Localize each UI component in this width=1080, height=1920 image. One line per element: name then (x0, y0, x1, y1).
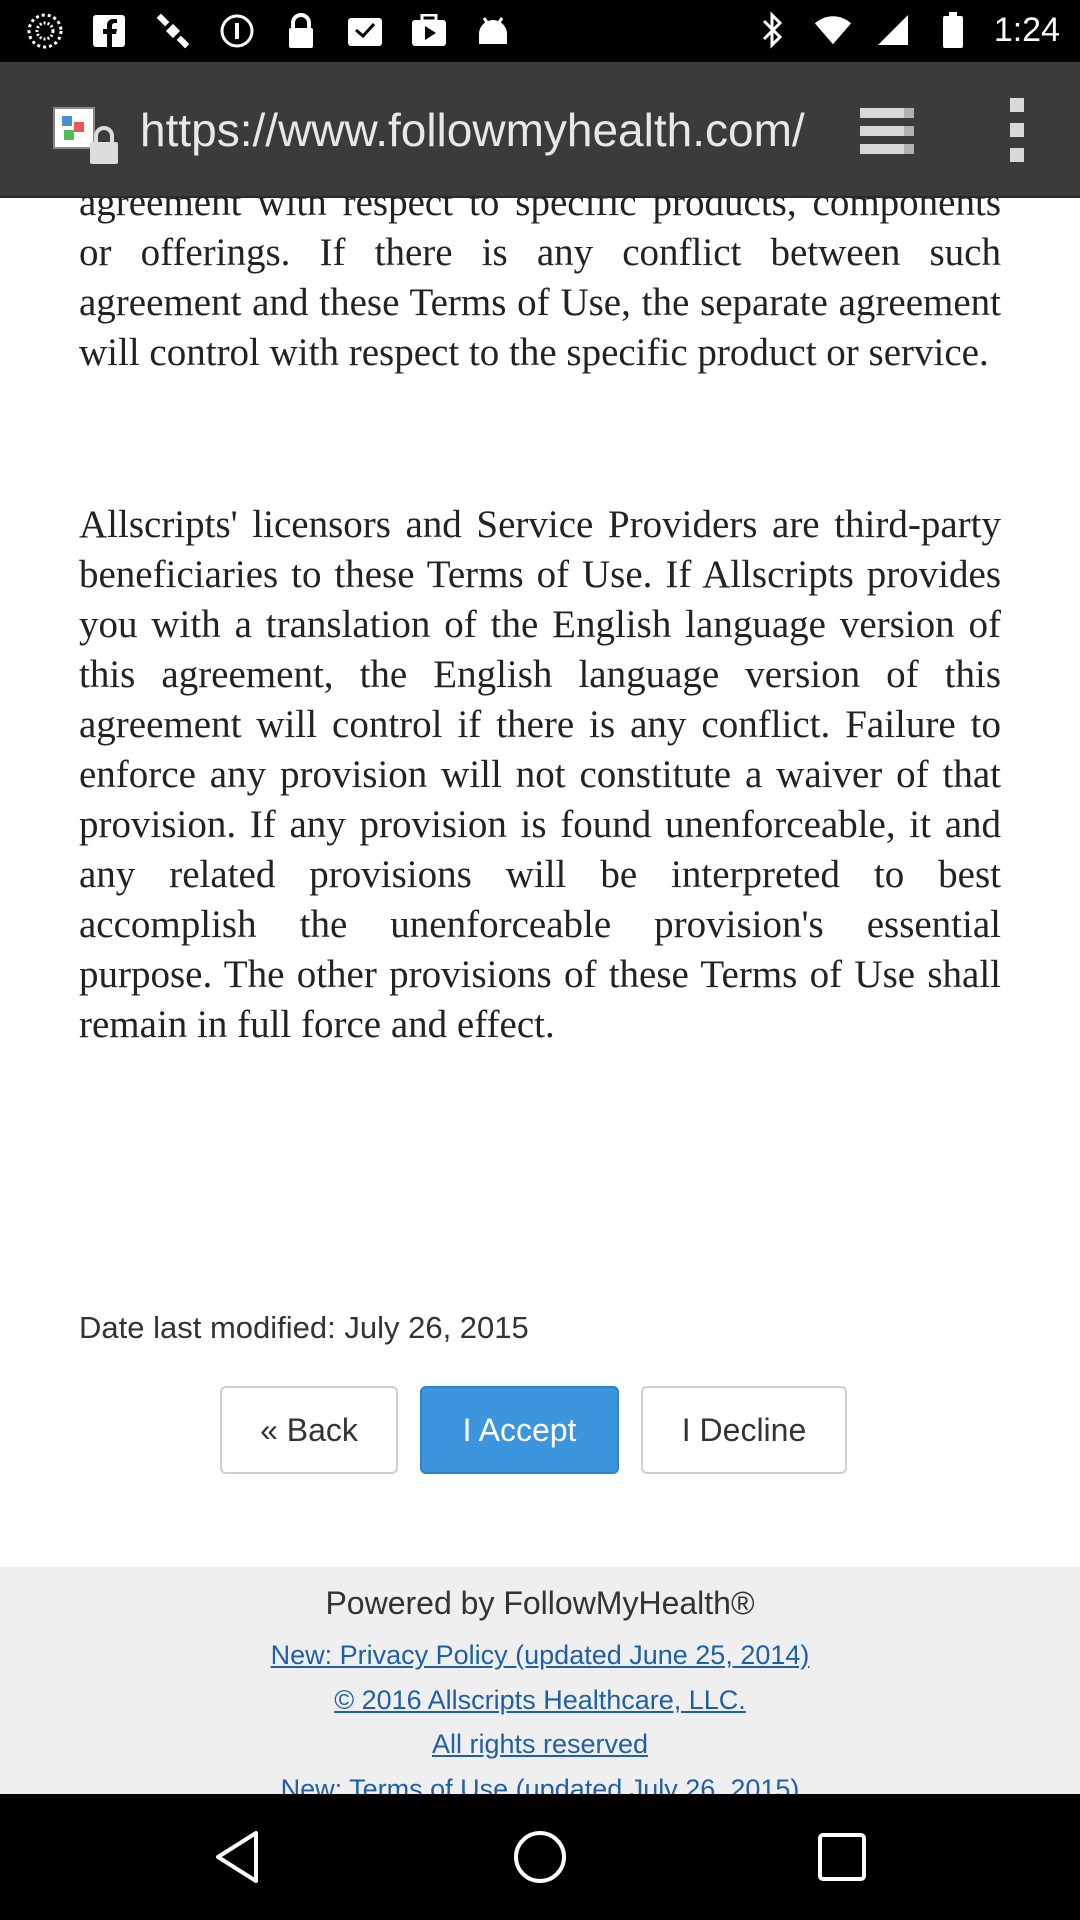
menu-dot (1010, 123, 1024, 137)
copyright-link[interactable]: © 2016 Allscripts Healthcare, LLC. (0, 1685, 1080, 1716)
android-icon (474, 12, 512, 50)
terms-paragraph: Allscripts' licensors and Service Provid… (79, 503, 1001, 1046)
clock: 1:24 (993, 10, 1060, 49)
overflow-menu-icon[interactable] (1000, 98, 1034, 162)
recent-apps-icon[interactable] (812, 1827, 872, 1887)
page-content: agreement with respect to specific produ… (0, 198, 1080, 1794)
url-text[interactable]: https://www.followmyhealth.com/ (140, 100, 805, 160)
play-store-icon (410, 12, 448, 50)
decline-button[interactable]: I Decline (641, 1386, 847, 1474)
satellite-icon (154, 12, 192, 50)
page-footer: Powered by FollowMyHealth® New: Privacy … (0, 1567, 1080, 1794)
accept-button[interactable]: I Accept (420, 1386, 619, 1474)
signal-icon (874, 11, 912, 49)
facebook-icon (90, 12, 128, 50)
date-last-modified: Date last modified: July 26, 2015 (79, 1310, 529, 1345)
menu-dot (1010, 98, 1024, 112)
wifi-icon (814, 11, 852, 49)
privacy-policy-link[interactable]: New: Privacy Policy (updated June 25, 20… (0, 1640, 1080, 1671)
terms-of-use-link[interactable]: New: Terms of Use (updated July 26, 2015… (0, 1774, 1080, 1794)
menu-dot (1010, 148, 1024, 162)
rights-link[interactable]: All rights reserved (0, 1729, 1080, 1760)
aperture-icon (26, 12, 64, 50)
home-nav-icon[interactable] (510, 1827, 570, 1887)
terms-paragraph: agreement with respect to specific produ… (79, 198, 1001, 374)
mail-tray-icon (346, 12, 384, 50)
lock-icon (282, 12, 320, 50)
notification-icons (26, 12, 512, 50)
reader-mode-icon[interactable] (858, 104, 922, 160)
browser-url-bar: https://www.followmyhealth.com/ (0, 62, 1080, 198)
battery-icon (934, 11, 972, 49)
bluetooth-icon (754, 11, 792, 49)
status-bar: 1:24 (0, 0, 1080, 62)
back-button[interactable]: « Back (220, 1386, 398, 1474)
info-icon (218, 12, 256, 50)
powered-by-text: Powered by FollowMyHealth® (325, 1585, 755, 1621)
back-nav-icon[interactable] (208, 1827, 268, 1887)
site-security-icon[interactable] (52, 106, 120, 166)
system-nav-bar (0, 1794, 1080, 1920)
